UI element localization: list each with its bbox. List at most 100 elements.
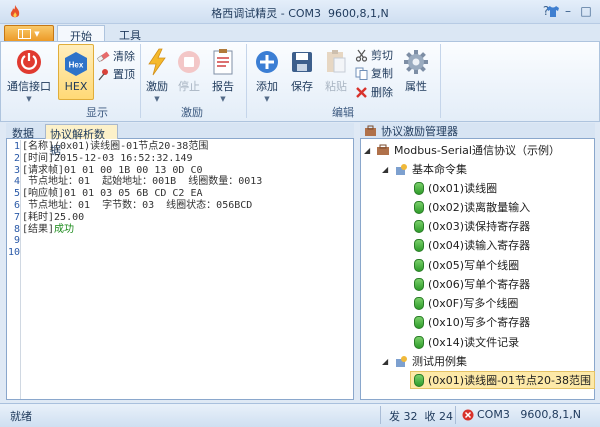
- add-label: 添加: [256, 80, 278, 93]
- tab-protocol-parse[interactable]: 协议解析数据: [45, 124, 118, 157]
- maximize-icon[interactable]: □: [578, 3, 594, 19]
- tree-item[interactable]: (0x03)读保持寄存器: [414, 218, 530, 234]
- eraser-icon: [97, 51, 110, 62]
- pin-icon: [98, 68, 108, 80]
- add-icon: [251, 46, 283, 78]
- clear-button[interactable]: 清除: [97, 48, 135, 64]
- cut-label: 剪切: [371, 49, 393, 62]
- properties-label: 属性: [405, 80, 427, 93]
- code-line-result: [结果]成功: [22, 224, 74, 236]
- delete-label: 删除: [371, 86, 393, 99]
- report-button[interactable]: 报告 ▼: [208, 46, 238, 103]
- toolbox-icon: [377, 144, 389, 155]
- tree-node-root[interactable]: ◢ Modbus-Serial通信协议（示例）: [364, 142, 560, 158]
- result-value: 成功: [54, 224, 75, 235]
- report-label: 报告: [212, 80, 234, 93]
- leaf-icon: [414, 238, 424, 252]
- tree-item[interactable]: (0x05)写单个线圈: [414, 257, 519, 273]
- leaf-icon: [414, 181, 424, 195]
- code-line: [名称](0x01)读线圈-01节点20-38范围: [22, 141, 209, 152]
- stimulate-button[interactable]: 激励 ▼: [142, 46, 172, 103]
- properties-button[interactable]: 属性: [398, 46, 434, 94]
- result-key: [结果]: [22, 224, 55, 235]
- cut-button[interactable]: 剪切: [355, 47, 393, 63]
- status-ready: 就绪: [10, 410, 32, 423]
- display-group-label: 显示: [86, 106, 108, 119]
- line-number: 5: [13, 188, 20, 199]
- line-number: 4: [13, 176, 20, 187]
- tree-item-label: (0x10)写多个寄存器: [428, 316, 531, 329]
- stop-button[interactable]: 停止: [174, 46, 204, 94]
- comm-port-label: 通信接口: [7, 80, 51, 93]
- stimulate-group-label: 激励: [181, 106, 203, 119]
- tree-item[interactable]: (0x10)写多个寄存器: [414, 314, 530, 330]
- gear-icon: [400, 46, 432, 78]
- group-separator: [440, 44, 441, 118]
- tree-item[interactable]: (0x0F)写多个线圈: [414, 295, 518, 311]
- line-number: 7: [13, 212, 20, 223]
- add-button[interactable]: 添加 ▼: [250, 46, 284, 103]
- tree-node-basic-group[interactable]: ◢ 基本命令集: [382, 161, 467, 177]
- tab-data[interactable]: 数据: [8, 124, 44, 140]
- copy-button[interactable]: 复制: [355, 65, 393, 81]
- code-line: [响应帧]01 01 03 05 6B CD C2 EA: [22, 188, 203, 199]
- stimulate-label: 激励: [146, 80, 168, 93]
- tree-item[interactable]: (0x01)读线圈: [414, 180, 497, 196]
- delete-button[interactable]: 删除: [355, 84, 393, 100]
- save-label: 保存: [291, 80, 313, 93]
- line-number: 1: [13, 141, 20, 152]
- tree-item[interactable]: (0x14)读文件记录: [414, 334, 519, 350]
- save-button[interactable]: 保存: [287, 46, 317, 94]
- leaf-icon: [414, 296, 424, 310]
- code-line: 节点地址：01 起始地址：001B 线圈数量：0013: [22, 176, 263, 187]
- paste-button[interactable]: 粘贴: [321, 46, 351, 94]
- power-icon: [13, 46, 45, 78]
- copy-icon: [355, 67, 368, 80]
- leaf-icon: [414, 277, 424, 291]
- tree-item-label: (0x05)写单个线圈: [428, 259, 520, 272]
- paste-icon: [320, 46, 352, 78]
- tree-item-label: (0x14)读文件记录: [428, 336, 520, 349]
- hex-icon: Hex: [60, 48, 92, 80]
- tree-item-selected[interactable]: (0x01)读线圈-01节点20-38范围: [410, 371, 596, 389]
- group-separator: [246, 44, 247, 118]
- comm-port-button[interactable]: 通信接口 ▼: [6, 46, 52, 103]
- minimize-icon[interactable]: –: [560, 3, 576, 19]
- tree-item-label: (0x0F)写多个线圈: [428, 297, 519, 310]
- tree-basic-group-label: 基本命令集: [412, 163, 467, 176]
- status-separator: [455, 406, 456, 424]
- status-port: COM3 9600,8,1,N: [477, 408, 582, 421]
- tab-start[interactable]: 开始: [57, 25, 105, 43]
- status-separator: [380, 406, 381, 424]
- tree-item[interactable]: (0x04)读输入寄存器: [414, 237, 530, 253]
- tree-root-label: Modbus-Serial通信协议（示例）: [394, 144, 560, 157]
- tree-item-label: (0x06)写单个寄存器: [428, 278, 531, 291]
- leaf-icon: [414, 200, 424, 214]
- line-number: 2: [13, 153, 20, 164]
- tree-item[interactable]: (0x06)写单个寄存器: [414, 276, 530, 292]
- tree-item[interactable]: (0x02)读离散量输入: [414, 199, 530, 215]
- window-title: 格西调试精灵 - COM3 9600,8,1,N: [211, 7, 389, 20]
- leaf-icon: [414, 219, 424, 233]
- tree-test-group-label: 测试用例集: [412, 355, 467, 368]
- plug-icon: [396, 355, 407, 367]
- hex-button[interactable]: Hex HEX: [59, 48, 93, 93]
- tab-tools[interactable]: 工具: [108, 25, 152, 42]
- line-number: 10: [7, 247, 20, 258]
- tree-item-label: (0x01)读线圈: [428, 182, 498, 195]
- code-line: 节点地址：01 字节数：03 线圈状态：056BCD: [22, 200, 253, 211]
- save-icon: [286, 46, 318, 78]
- file-menu-button[interactable]: ▼: [4, 25, 54, 42]
- tree-item-label: (0x02)读离散量输入: [428, 201, 531, 214]
- leaf-icon: [414, 315, 424, 329]
- hex-icon-text: Hex: [69, 61, 84, 70]
- edit-group-label: 编辑: [332, 106, 354, 119]
- cut-icon: [355, 49, 368, 62]
- shirt-icon[interactable]: [546, 5, 560, 18]
- clear-label: 清除: [113, 50, 135, 63]
- tree-node-test-group[interactable]: ◢ 测试用例集: [382, 353, 467, 369]
- line-number: 6: [13, 200, 20, 211]
- delete-icon: [356, 86, 367, 98]
- pin-top-label: 置顶: [113, 68, 135, 81]
- pin-top-button[interactable]: 置顶: [97, 66, 135, 82]
